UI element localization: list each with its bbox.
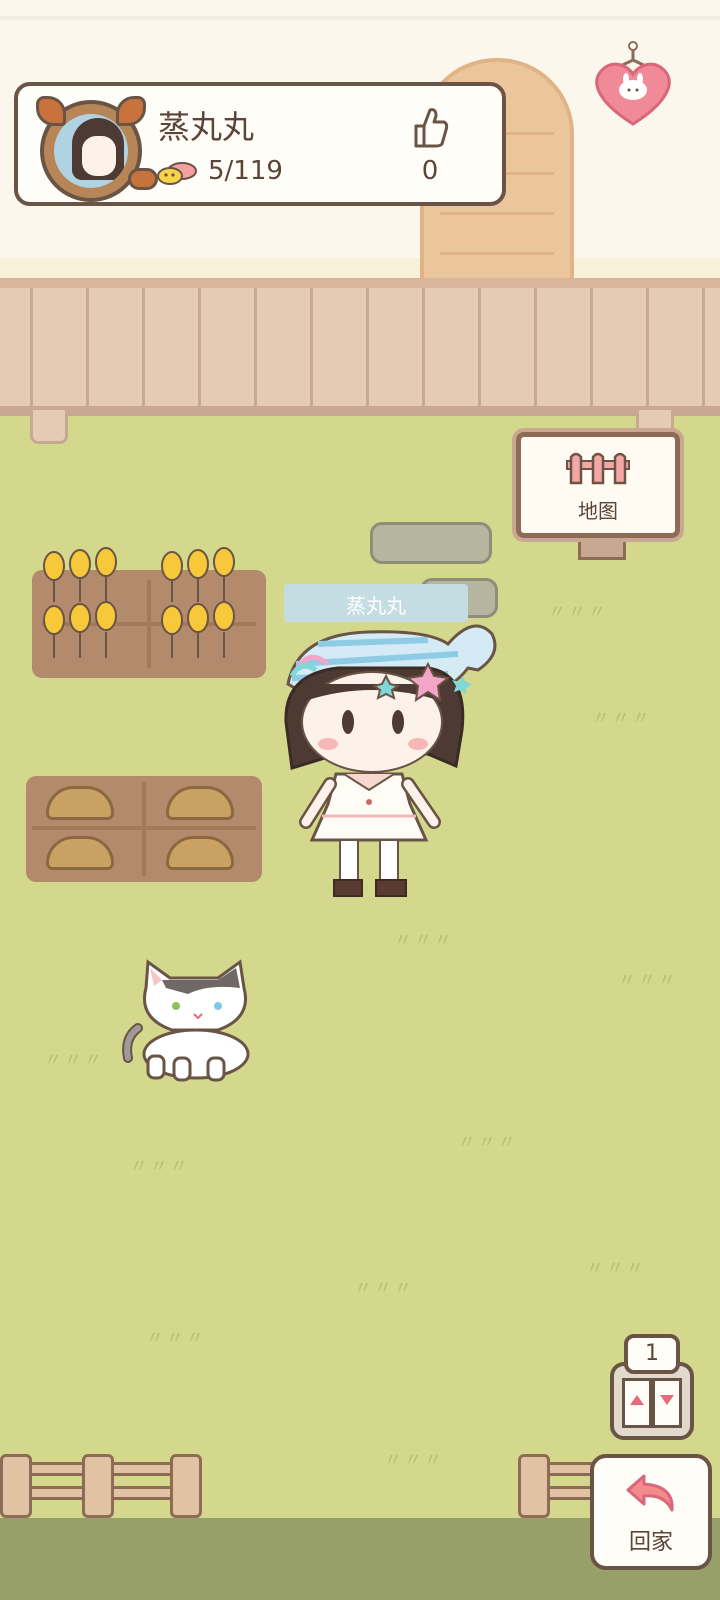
elevator-up-icon[interactable] (630, 1395, 644, 1405)
elevator-down-icon[interactable] (660, 1395, 674, 1405)
game-scene: 〃〃〃 〃〃〃 〃〃〃 〃〃〃 〃〃〃 〃〃〃 〃〃〃 〃〃〃 〃〃〃 〃〃〃 … (0, 0, 720, 1600)
grass-tuft: 〃〃〃 (618, 970, 678, 991)
avatar-frame-tail (128, 168, 158, 190)
go-home-button[interactable]: 回家 (590, 1454, 712, 1570)
fence-plank-seam (366, 288, 369, 406)
fish-icon (157, 162, 197, 185)
map-sign-post (578, 536, 626, 560)
grass-tuft: 〃〃〃 (548, 602, 608, 623)
elevator-door-left (622, 1378, 652, 1428)
elevator-door-right (652, 1378, 682, 1428)
fence-plank-seam (198, 288, 201, 406)
fence-plank-seam (30, 288, 33, 406)
fence-plank-seam (86, 288, 89, 406)
cat-npc[interactable] (118, 958, 268, 1088)
garden-fence (0, 278, 720, 416)
grass-tuft: 〃〃〃 (592, 708, 652, 729)
return-arrow-icon (626, 1474, 674, 1512)
status-bar-strip (0, 16, 720, 20)
fence-plank-seam (702, 288, 705, 406)
player-character[interactable] (278, 604, 504, 920)
home-button-label: 回家 (628, 1530, 673, 1555)
map-label: 地图 (578, 499, 618, 523)
thumbs-up-icon[interactable] (410, 104, 450, 150)
floor-number: 1 (624, 1334, 680, 1374)
log-fence-post (518, 1454, 550, 1518)
wheat-crops (43, 547, 235, 658)
fence-plank-seam (310, 288, 313, 406)
grass-tuft: 〃〃〃 (384, 1450, 444, 1471)
gate-plank-line (440, 252, 554, 255)
player-info-card[interactable]: 蒸丸丸 5/119 0 (14, 82, 506, 206)
grass-tuft: 〃〃〃 (146, 1328, 206, 1349)
gate-plank-line (440, 212, 554, 215)
log-fence-post (82, 1454, 114, 1518)
fence-plank-seam (646, 288, 649, 406)
heart-badge-icon[interactable] (588, 38, 678, 130)
grass-tuft: 〃〃〃 (44, 1050, 104, 1071)
fence-plank-seam (590, 288, 593, 406)
grass-tuft: 〃〃〃 (394, 930, 454, 951)
like-count: 0 (421, 156, 439, 186)
plot-divider (32, 826, 256, 830)
grass-tuft: 〃〃〃 (354, 1278, 414, 1299)
fence-plank-seam (478, 288, 481, 406)
player-name: 蒸丸丸 (158, 108, 255, 146)
grass-tuft: 〃〃〃 (130, 1156, 190, 1177)
grass-tuft: 〃〃〃 (586, 1258, 646, 1279)
fence-plank-seam (534, 288, 537, 406)
fence-plank-seam (142, 288, 145, 406)
fence-plank-seam (422, 288, 425, 406)
stepping-stone (370, 522, 492, 564)
avatar-frame-ear (36, 96, 66, 126)
log-fence-post (0, 1454, 32, 1518)
fence-leg (30, 410, 68, 444)
fish-count: 5/119 (208, 156, 283, 186)
log-fence-post (170, 1454, 202, 1518)
avatar-face (82, 136, 116, 176)
grass-tuft: 〃〃〃 (458, 1132, 518, 1153)
avatar-frame-ear (116, 96, 146, 126)
fence-map-icon (566, 452, 630, 485)
fence-plank-seam (254, 288, 257, 406)
map-sign[interactable]: 地图 (516, 432, 680, 538)
